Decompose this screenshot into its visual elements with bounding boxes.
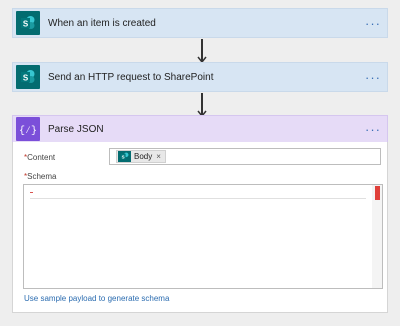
schema-label: *Schema bbox=[24, 172, 56, 181]
error-marker bbox=[30, 192, 33, 193]
step-send-http-request[interactable]: S Send an HTTP request to SharePoint ··· bbox=[12, 62, 388, 92]
more-options-icon[interactable]: ··· bbox=[365, 71, 381, 84]
schema-label-text: Schema bbox=[27, 172, 57, 181]
body-token[interactable]: S Body × bbox=[116, 150, 166, 163]
scrollbar[interactable] bbox=[372, 185, 382, 288]
more-options-icon[interactable]: ··· bbox=[365, 123, 381, 136]
content-input[interactable]: S Body × bbox=[109, 148, 381, 165]
svg-text:{⁄}: {⁄} bbox=[20, 125, 36, 136]
sharepoint-icon: S bbox=[16, 65, 40, 89]
flow-arrow bbox=[197, 93, 207, 117]
content-label-text: Content bbox=[27, 153, 56, 162]
sharepoint-icon: S bbox=[118, 151, 131, 162]
more-options-icon[interactable]: ··· bbox=[365, 17, 381, 30]
parse-json-body: *Content S Body × *Schema Use sample pay… bbox=[12, 142, 388, 313]
remove-token-icon[interactable]: × bbox=[156, 152, 161, 161]
svg-text:S: S bbox=[122, 154, 125, 159]
sharepoint-icon: S bbox=[16, 11, 40, 35]
editor-line bbox=[30, 198, 366, 199]
step-title: Send an HTTP request to SharePoint bbox=[48, 71, 214, 83]
generate-schema-link[interactable]: Use sample payload to generate schema bbox=[24, 294, 169, 303]
step-title: When an item is created bbox=[48, 17, 156, 29]
step-parse-json[interactable]: {⁄} Parse JSON ··· bbox=[12, 115, 388, 143]
svg-text:S: S bbox=[23, 73, 29, 82]
flow-arrow bbox=[197, 39, 207, 63]
parse-json-icon: {⁄} bbox=[16, 117, 40, 141]
content-label: *Content bbox=[24, 153, 55, 162]
step-title: Parse JSON bbox=[48, 123, 104, 135]
step-when-item-created[interactable]: S When an item is created ··· bbox=[12, 8, 388, 38]
scroll-thumb[interactable] bbox=[375, 186, 380, 200]
token-label: Body bbox=[134, 152, 153, 161]
svg-text:S: S bbox=[23, 19, 29, 28]
schema-editor[interactable] bbox=[23, 184, 383, 289]
